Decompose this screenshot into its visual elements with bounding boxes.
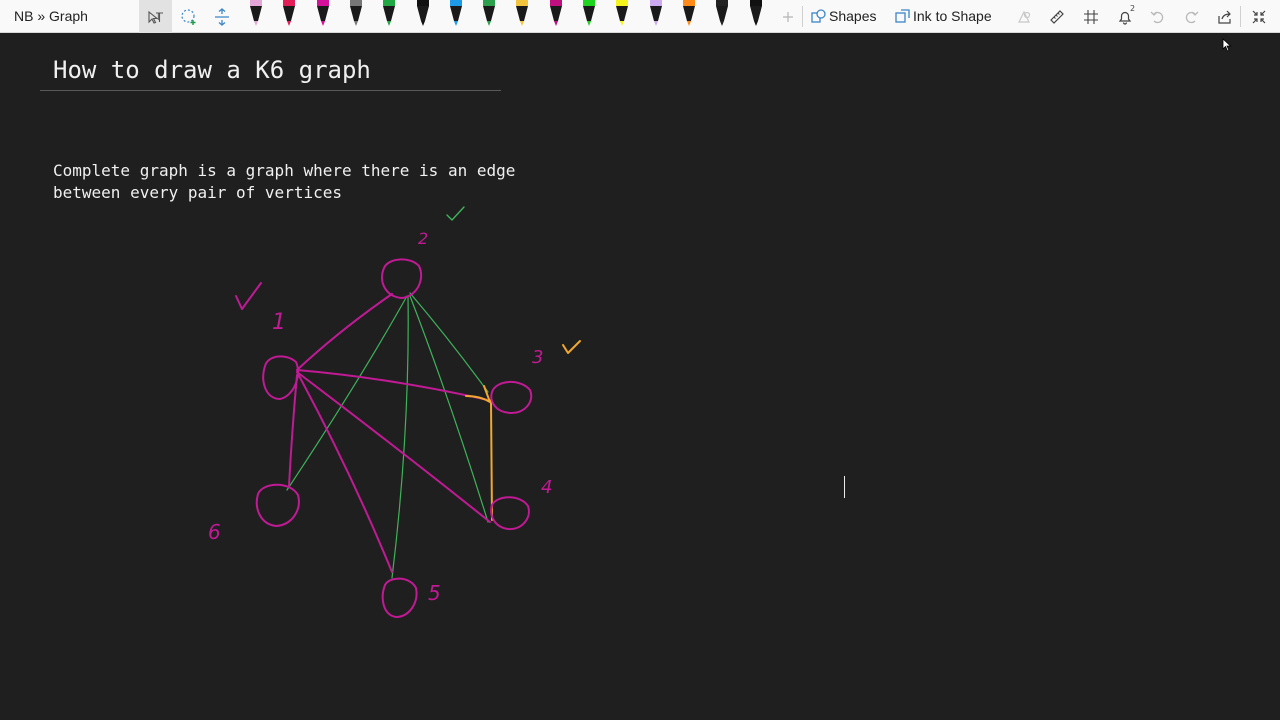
check-vertex-3 xyxy=(562,340,581,354)
edge-3-4 xyxy=(490,399,493,521)
shapes-button[interactable]: Shapes xyxy=(811,8,876,24)
vertex-1 xyxy=(262,355,299,400)
pen-2-button[interactable] xyxy=(282,0,296,28)
pen-3-button[interactable] xyxy=(316,0,330,28)
ink-drawing: 1 2 3 4 5 6 xyxy=(208,206,581,618)
share-button[interactable] xyxy=(1214,0,1236,33)
pen-12-button[interactable] xyxy=(615,0,629,28)
edge-1-3 xyxy=(296,369,489,401)
ink-to-shape-label: Ink to Shape xyxy=(913,8,992,24)
vertex-5 xyxy=(381,577,418,618)
ink-to-shape-button[interactable]: Ink to Shape xyxy=(895,8,992,24)
edge-2-3 xyxy=(409,292,489,393)
plus-icon xyxy=(783,11,793,22)
undo-icon xyxy=(1150,11,1164,23)
text-caret xyxy=(844,476,845,498)
gridlines-icon xyxy=(1084,9,1098,24)
pen-5-button[interactable] xyxy=(382,0,396,28)
ruler-button[interactable] xyxy=(1046,0,1068,33)
share-icon xyxy=(1218,10,1231,24)
pen-8-button[interactable] xyxy=(482,0,496,28)
check-vertex-1 xyxy=(235,282,262,310)
pen-7-button[interactable] xyxy=(449,0,463,28)
pen-11-button[interactable] xyxy=(582,0,596,28)
notification-count: 2 xyxy=(1130,4,1136,13)
divider xyxy=(802,6,803,27)
vertex-2 xyxy=(381,258,423,299)
edge-2-5 xyxy=(391,295,409,579)
note-canvas[interactable]: How to draw a K6 graph Complete graph is… xyxy=(0,34,1280,720)
vertex-label-3: 3 xyxy=(532,347,543,368)
edge-2-6 xyxy=(286,295,408,491)
pen-9-button[interactable] xyxy=(515,0,529,28)
shapes-label: Shapes xyxy=(829,8,877,24)
pen-15-button[interactable] xyxy=(715,0,729,28)
check-vertex-2 xyxy=(446,206,465,221)
ink-to-math-icon xyxy=(1018,10,1031,23)
toolbar: NB » Graph I Shapes Ink to Shape 2 xyxy=(0,0,1280,33)
divider xyxy=(1240,6,1241,27)
pen-10-button[interactable] xyxy=(549,0,563,28)
pen-1-button[interactable] xyxy=(249,0,263,28)
collapse-icon xyxy=(1252,10,1266,23)
mouse-cursor-icon xyxy=(1222,38,1232,52)
magenta-edges xyxy=(288,293,491,573)
shapes-icon xyxy=(811,8,826,23)
collapse-toolbar-button[interactable] xyxy=(1248,0,1270,33)
vertex-label-2: 2 xyxy=(418,229,428,248)
orange-edges xyxy=(465,385,493,521)
redo-icon xyxy=(1185,11,1199,23)
add-space-button[interactable] xyxy=(210,0,234,33)
vertex-4 xyxy=(490,496,530,531)
ink-to-math-button[interactable] xyxy=(1013,0,1035,33)
vertex-label-4: 4 xyxy=(541,477,552,498)
lasso-select-button[interactable] xyxy=(177,0,201,33)
add-space-icon xyxy=(215,7,229,26)
pen-palette xyxy=(246,0,776,33)
add-pen-button[interactable] xyxy=(779,0,797,33)
notifications-button[interactable]: 2 xyxy=(1114,0,1136,33)
pen-16-button[interactable] xyxy=(749,0,763,28)
lasso-icon xyxy=(181,8,196,25)
vertex-label-1: 1 xyxy=(272,310,286,335)
pen-13-button[interactable] xyxy=(649,0,663,28)
pen-14-button[interactable] xyxy=(682,0,696,28)
vertex-6 xyxy=(255,483,300,527)
pen-4-button[interactable] xyxy=(349,0,363,28)
vertex-label-5: 5 xyxy=(428,581,441,605)
gridlines-button[interactable] xyxy=(1080,0,1102,33)
lasso-select-text-button[interactable]: I xyxy=(139,0,172,33)
vertex-3 xyxy=(490,381,533,415)
ruler-icon xyxy=(1050,9,1064,24)
green-edges xyxy=(286,292,489,579)
ink-to-shape-icon xyxy=(895,8,910,23)
pen-6-button[interactable] xyxy=(416,0,430,28)
orange-tick xyxy=(465,385,491,403)
undo-button[interactable] xyxy=(1147,0,1169,33)
edge-2-4 xyxy=(409,295,489,523)
breadcrumb[interactable]: NB » Graph xyxy=(14,8,88,24)
redo-button[interactable] xyxy=(1180,0,1202,33)
vertex-label-6: 6 xyxy=(208,520,221,544)
edge-1-2 xyxy=(296,293,393,371)
select-text-icon: I xyxy=(147,10,163,24)
